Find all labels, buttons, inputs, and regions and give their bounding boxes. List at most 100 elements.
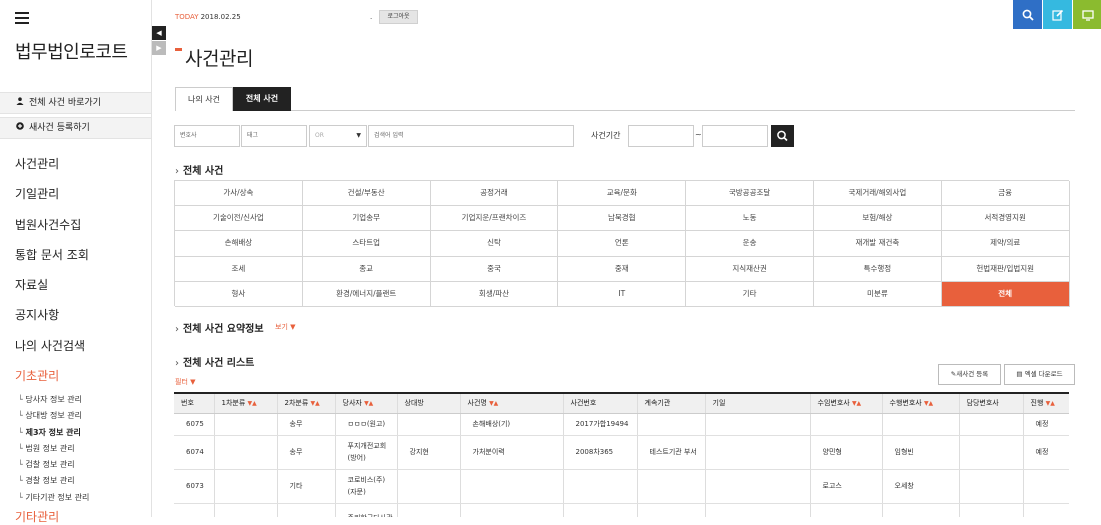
category-cell[interactable]: 운송 (686, 231, 814, 257)
quick-monitor-button[interactable] (1073, 0, 1101, 29)
category-cell[interactable]: 중재 (558, 256, 687, 282)
category-cell[interactable]: 종교 (302, 256, 431, 282)
column-header[interactable]: 수임변호사 ▼▲ (810, 392, 883, 414)
category-cell[interactable]: 국제거래/해외사업 (814, 181, 942, 207)
category-cell[interactable]: 가사/상속 (175, 181, 303, 207)
category-cell[interactable]: 지식재산권 (686, 256, 814, 282)
category-cell[interactable]: 형사 (175, 281, 303, 307)
category-cell[interactable]: 기타 (686, 281, 814, 307)
column-header-label: 당사자 (342, 399, 362, 408)
category-cell[interactable]: 기업송무 (302, 206, 431, 232)
sidebar-item-document-search[interactable]: 통합 문서 조회 (15, 246, 89, 276)
table-row[interactable]: 6074 송무 푸지개전교회 (방어) 강지현 가처분이력 2008차365 테스트기관 부… (174, 435, 1069, 470)
excel-download-button[interactable]: ▤ 엑셀 다운로드 (1004, 364, 1075, 385)
summary-toggle[interactable]: 보기 ▼ (275, 322, 296, 332)
chevron-right-icon: › (175, 166, 179, 177)
category-cell[interactable]: 헌법재판/입법지원 (941, 256, 1070, 282)
category-cell[interactable]: 스타트업 (302, 231, 431, 257)
category-cell[interactable]: 환경/에너지/플랜트 (302, 281, 431, 307)
category-cell[interactable]: 금융 (941, 181, 1070, 207)
table-row[interactable]: 주리한국다사관 (174, 503, 1069, 517)
category-cell[interactable]: IT (558, 281, 687, 307)
category-cell[interactable]: 재개발 재건축 (814, 231, 942, 257)
category-cell[interactable]: 건설/부동산 (302, 181, 431, 207)
table-cell: 강지현 (397, 435, 461, 470)
tag-input[interactable]: 태그 (241, 125, 307, 147)
filter-toggle[interactable]: 필터 ▼ (175, 377, 196, 387)
category-cell[interactable]: 기술이전/신사업 (175, 206, 303, 232)
sort-icon[interactable]: ▼▲ (489, 400, 498, 407)
sidebar-item-case-management[interactable]: 사건관리 (15, 155, 89, 185)
submenu-item-third-party[interactable]: 제3자 정보 관리 (18, 427, 89, 443)
quick-search-button[interactable] (1013, 0, 1042, 29)
category-cell[interactable]: 회생/파산 (430, 281, 559, 307)
category-cell[interactable]: 신탁 (430, 231, 559, 257)
operator-select[interactable]: OR ▼ (309, 125, 367, 147)
category-cell[interactable]: 서적경영지원 (941, 206, 1070, 232)
caret-down-icon: ▼ (356, 132, 361, 139)
table-cell (637, 503, 706, 517)
submenu-item-opponent[interactable]: 상대방 정보 관리 (18, 410, 89, 426)
category-cell[interactable]: 기업지운/프랜차이즈 (430, 206, 559, 232)
submenu-item-court[interactable]: 법원 정보 관리 (18, 443, 89, 459)
sort-icon[interactable]: ▼▲ (364, 400, 373, 407)
tab-my-cases[interactable]: 나의 사건 (175, 87, 233, 111)
category-cell[interactable]: 전체 (941, 281, 1070, 307)
column-header-label: 1차분류 (221, 399, 246, 408)
lawyer-input[interactable]: 변호사 (174, 125, 240, 147)
category-cell[interactable]: 교육/문화 (558, 181, 687, 207)
column-header[interactable]: 1차분류 ▼▲ (214, 392, 278, 414)
hamburger-menu-icon[interactable] (15, 12, 29, 24)
category-cell[interactable]: 미분류 (814, 281, 942, 307)
column-header[interactable]: 당사자 ▼▲ (335, 392, 398, 414)
submenu-item-police[interactable]: 경찰 정보 관리 (18, 475, 89, 491)
table-cell: 푸지개전교회 (방어) (335, 435, 398, 470)
column-header[interactable]: 2차분류 ▼▲ (277, 392, 336, 414)
category-cell[interactable]: 국방공공조달 (686, 181, 814, 207)
submenu-item-other-agency[interactable]: 기타기관 정보 관리 (18, 492, 89, 508)
category-cell[interactable]: 특수행정 (814, 256, 942, 282)
logout-button[interactable]: 로그아웃 (379, 10, 418, 24)
category-cell[interactable]: 중국 (430, 256, 559, 282)
sort-icon[interactable]: ▼▲ (311, 400, 320, 407)
table-row[interactable]: 6075 송무 ㅁㅁㅁ(원고) 손해배상(기) 2017가합19494 예정 (174, 413, 1069, 436)
category-cell[interactable]: 손해배상 (175, 231, 303, 257)
table-cell (637, 469, 706, 504)
period-start-input[interactable] (628, 125, 694, 147)
category-cell[interactable]: 남북경협 (558, 206, 687, 232)
search-button[interactable] (771, 125, 794, 147)
brand-logo[interactable]: 법무법인로코트 (15, 38, 128, 64)
period-end-input[interactable] (702, 125, 768, 147)
table-row[interactable]: 6073 기타 코로비스(주)(자문) 로고스 오세창 (174, 469, 1069, 504)
all-cases-shortcut-button[interactable]: 전체 사건 바로가기 (0, 92, 151, 114)
excel-download-label: 엑셀 다운로드 (1024, 370, 1063, 378)
sidebar-item-library[interactable]: 자료실 (15, 276, 89, 306)
sort-icon[interactable]: ▼▲ (1046, 400, 1055, 407)
new-case-shortcut-button[interactable]: 새사건 등록하기 (0, 117, 151, 139)
submenu-item-prosecution[interactable]: 검찰 정보 관리 (18, 459, 89, 475)
sidebar-item-basic-management[interactable]: 기초관리 (15, 367, 89, 397)
sidebar-item-notices[interactable]: 공지사항 (15, 306, 89, 336)
column-header[interactable]: 사건명 ▼▲ (460, 392, 564, 414)
category-cell[interactable]: 노동 (686, 206, 814, 232)
column-header[interactable]: 수행변호사 ▼▲ (882, 392, 960, 414)
category-cell[interactable]: 제약/의료 (941, 231, 1070, 257)
expand-sidebar-icon[interactable]: ▶ (152, 41, 166, 55)
sort-icon[interactable]: ▼▲ (924, 400, 933, 407)
sidebar-item-my-case-search[interactable]: 나의 사건검색 (15, 337, 89, 367)
new-case-button[interactable]: ✎새사건 등록 (938, 364, 1001, 385)
category-cell[interactable]: 언론 (558, 231, 687, 257)
tab-all-cases[interactable]: 전체 사건 (233, 87, 291, 111)
column-header[interactable]: 진행 ▼▲ (1023, 392, 1069, 414)
keyword-input[interactable]: 검색어 입력 (368, 125, 574, 147)
category-cell[interactable]: 공정거래 (430, 181, 559, 207)
sidebar-item-schedule[interactable]: 기일관리 (15, 185, 89, 215)
sort-icon[interactable]: ▼▲ (248, 400, 257, 407)
submenu-item-party[interactable]: 당사자 정보 관리 (18, 394, 89, 410)
sort-icon[interactable]: ▼▲ (852, 400, 861, 407)
quick-edit-button[interactable] (1043, 0, 1072, 29)
collapse-sidebar-icon[interactable]: ◀ (152, 26, 166, 40)
category-cell[interactable]: 보험/해상 (814, 206, 942, 232)
category-cell[interactable]: 조세 (175, 256, 303, 282)
sidebar-item-court-collection[interactable]: 법원사건수집 (15, 216, 89, 246)
